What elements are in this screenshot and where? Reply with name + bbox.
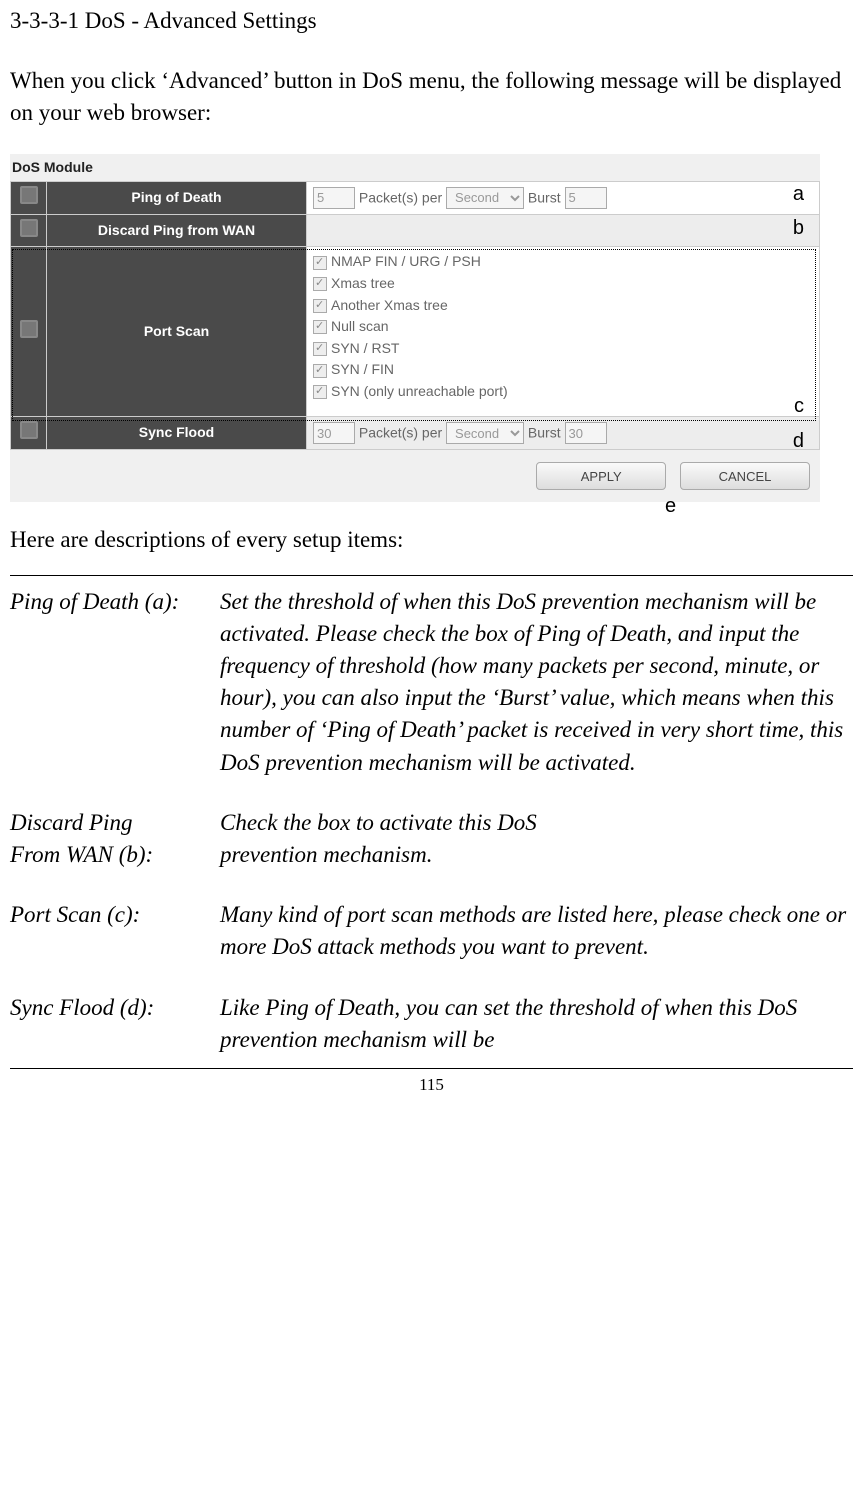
dos-settings-table: Ping of Death Packet(s) per Second Burst…: [10, 181, 820, 450]
sync-burst-input[interactable]: [565, 422, 607, 444]
scan-opt-label: SYN (only unreachable port): [331, 383, 508, 399]
list-item: SYN / RST: [313, 338, 813, 360]
ping-burst-input[interactable]: [565, 187, 607, 209]
scan-opt-synfin-checkbox[interactable]: [313, 364, 327, 378]
ping-timeunit-select[interactable]: Second: [446, 187, 524, 209]
annotation-a: a: [793, 180, 804, 208]
desc-text: Check the box to activate this DoS preve…: [220, 807, 853, 871]
annotation-d: d: [793, 427, 804, 455]
scan-opt-label: Another Xmas tree: [331, 297, 448, 313]
port-scan-checkbox[interactable]: [20, 320, 38, 338]
scan-opt-nmap-checkbox[interactable]: [313, 256, 327, 270]
desc-label: Port Scan (c):: [10, 899, 220, 963]
sync-packets-per-label: Packet(s) per: [359, 425, 442, 441]
ping-of-death-checkbox[interactable]: [20, 186, 38, 204]
scan-opt-label: NMAP FIN / URG / PSH: [331, 253, 481, 269]
sync-timeunit-select[interactable]: Second: [446, 422, 524, 444]
port-scan-option-list: NMAP FIN / URG / PSH Xmas tree Another X…: [313, 249, 813, 404]
dos-module-panel: DoS Module Ping of Death Packet(s) per S…: [10, 154, 820, 503]
button-row: APPLY CANCEL: [10, 450, 820, 491]
ping-packets-per-label: Packet(s) per: [359, 189, 442, 205]
module-header: DoS Module: [10, 154, 820, 182]
ping-burst-label: Burst: [528, 189, 561, 205]
desc-sync-flood: Sync Flood (d): Like Ping of Death, you …: [10, 992, 853, 1056]
discard-ping-label: Discard Ping from WAN: [47, 214, 307, 247]
list-item: Xmas tree: [313, 273, 813, 295]
row-discard-ping: Discard Ping from WAN: [11, 214, 820, 247]
desc-label: Sync Flood (d):: [10, 992, 220, 1056]
annotation-b: b: [793, 214, 804, 242]
cancel-button[interactable]: CANCEL: [680, 462, 810, 490]
annotation-e: e: [665, 492, 676, 520]
scan-opt-synunreach-checkbox[interactable]: [313, 385, 327, 399]
list-item: SYN / FIN: [313, 359, 813, 381]
list-item: SYN (only unreachable port): [313, 381, 813, 403]
scan-opt-label: Null scan: [331, 318, 389, 334]
port-scan-label: Port Scan: [47, 247, 307, 417]
scan-opt-label: SYN / RST: [331, 340, 399, 356]
sync-burst-label: Burst: [528, 425, 561, 441]
desc-discard-ping: Discard Ping From WAN (b): Check the box…: [10, 807, 853, 871]
section-title: 3-3-3-1 DoS - Advanced Settings: [10, 5, 853, 37]
row-sync-flood: Sync Flood Packet(s) per Second Burst: [11, 417, 820, 450]
intro-paragraph: When you click ‘Advanced’ button in DoS …: [10, 65, 853, 129]
row-ping-of-death: Ping of Death Packet(s) per Second Burst: [11, 182, 820, 215]
apply-button[interactable]: APPLY: [536, 462, 666, 490]
row-port-scan: Port Scan NMAP FIN / URG / PSH Xmas tree…: [11, 247, 820, 417]
scan-opt-null-checkbox[interactable]: [313, 320, 327, 334]
desc-label: Ping of Death (a):: [10, 586, 220, 779]
desc-port-scan: Port Scan (c): Many kind of port scan me…: [10, 899, 853, 963]
divider: [10, 575, 853, 576]
sync-flood-checkbox[interactable]: [20, 421, 38, 439]
descriptions-intro: Here are descriptions of every setup ite…: [10, 524, 853, 556]
ping-packets-input[interactable]: [313, 187, 355, 209]
desc-label: Discard Ping From WAN (b):: [10, 807, 220, 871]
discard-ping-checkbox[interactable]: [20, 219, 38, 237]
list-item: NMAP FIN / URG / PSH: [313, 251, 813, 273]
desc-text: Like Ping of Death, you can set the thre…: [220, 992, 853, 1056]
scan-opt-label: SYN / FIN: [331, 361, 394, 377]
scan-opt-xmas-checkbox[interactable]: [313, 277, 327, 291]
scan-opt-label: Xmas tree: [331, 275, 395, 291]
scan-opt-synrst-checkbox[interactable]: [313, 342, 327, 356]
desc-text: Many kind of port scan methods are liste…: [220, 899, 853, 963]
list-item: Null scan: [313, 316, 813, 338]
sync-packets-input[interactable]: [313, 422, 355, 444]
annotation-c: c: [794, 392, 804, 420]
scan-opt-anotherxmas-checkbox[interactable]: [313, 299, 327, 313]
desc-text: Set the threshold of when this DoS preve…: [220, 586, 853, 779]
ping-of-death-label: Ping of Death: [47, 182, 307, 215]
desc-ping-of-death: Ping of Death (a): Set the threshold of …: [10, 586, 853, 779]
list-item: Another Xmas tree: [313, 295, 813, 317]
sync-flood-label: Sync Flood: [47, 417, 307, 450]
page-number: 115: [10, 1068, 853, 1097]
